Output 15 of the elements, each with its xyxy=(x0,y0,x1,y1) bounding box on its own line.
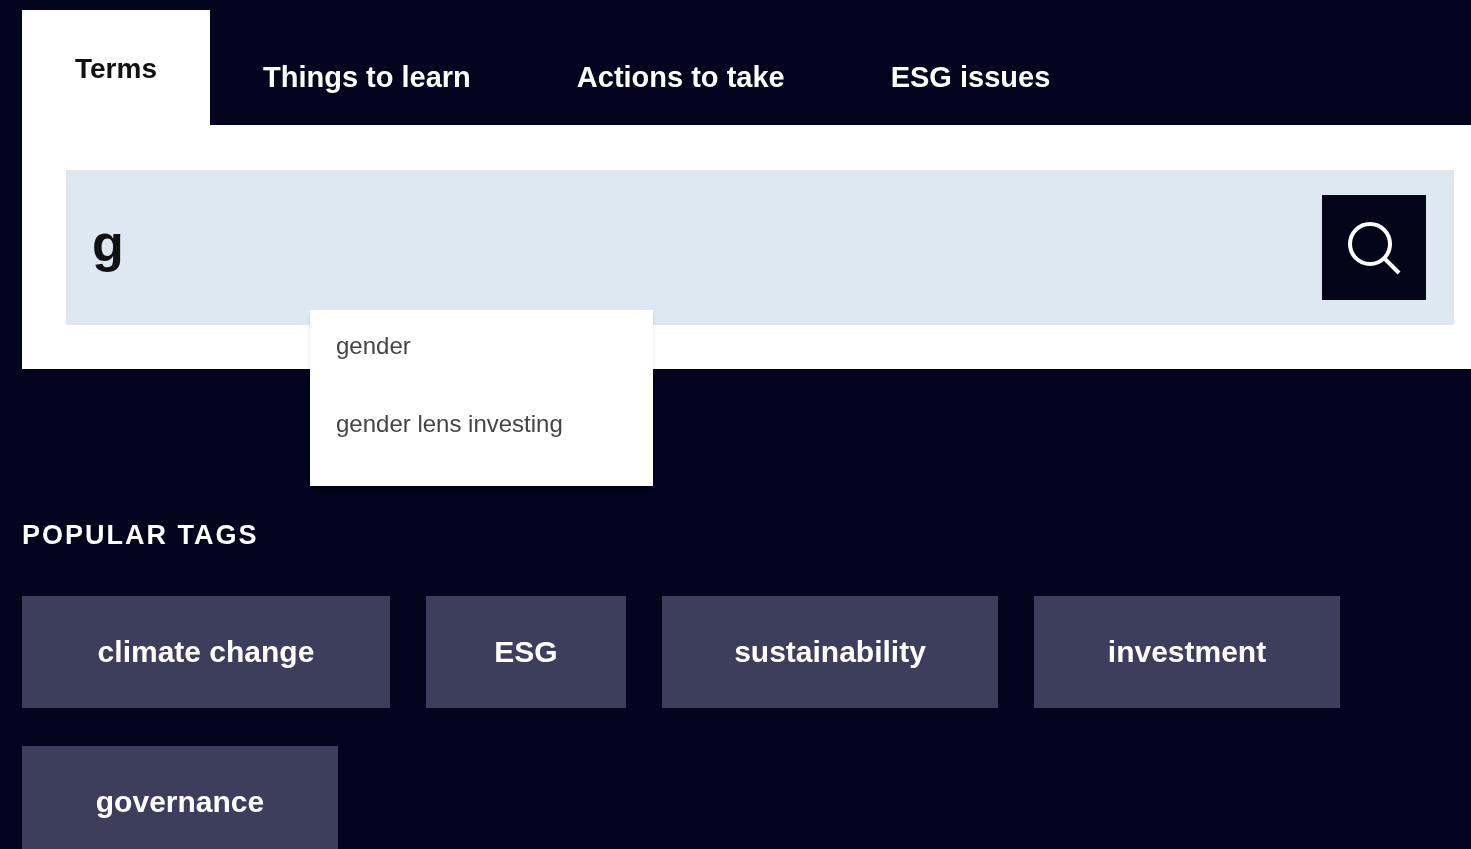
tag-button[interactable]: ESG xyxy=(426,595,626,708)
tag-button[interactable]: governance xyxy=(22,745,338,849)
tab[interactable]: Things to learn xyxy=(209,10,524,125)
tab[interactable]: ESG issues xyxy=(837,10,1104,125)
suggestion-item[interactable]: gender lens investing xyxy=(336,408,653,440)
tab[interactable]: Terms xyxy=(22,10,210,125)
tag-button[interactable]: investment xyxy=(1034,595,1340,708)
tag-button[interactable]: climate change xyxy=(22,595,390,708)
section-heading: POPULAR TAGS xyxy=(22,519,260,552)
search-input[interactable]: g xyxy=(92,203,692,282)
search-button[interactable] xyxy=(1322,195,1426,300)
tag-button[interactable]: sustainability xyxy=(662,595,998,708)
search-field[interactable]: g xyxy=(66,170,1454,325)
tab[interactable]: Actions to take xyxy=(523,10,838,125)
suggestion-item[interactable]: gender xyxy=(336,330,653,362)
